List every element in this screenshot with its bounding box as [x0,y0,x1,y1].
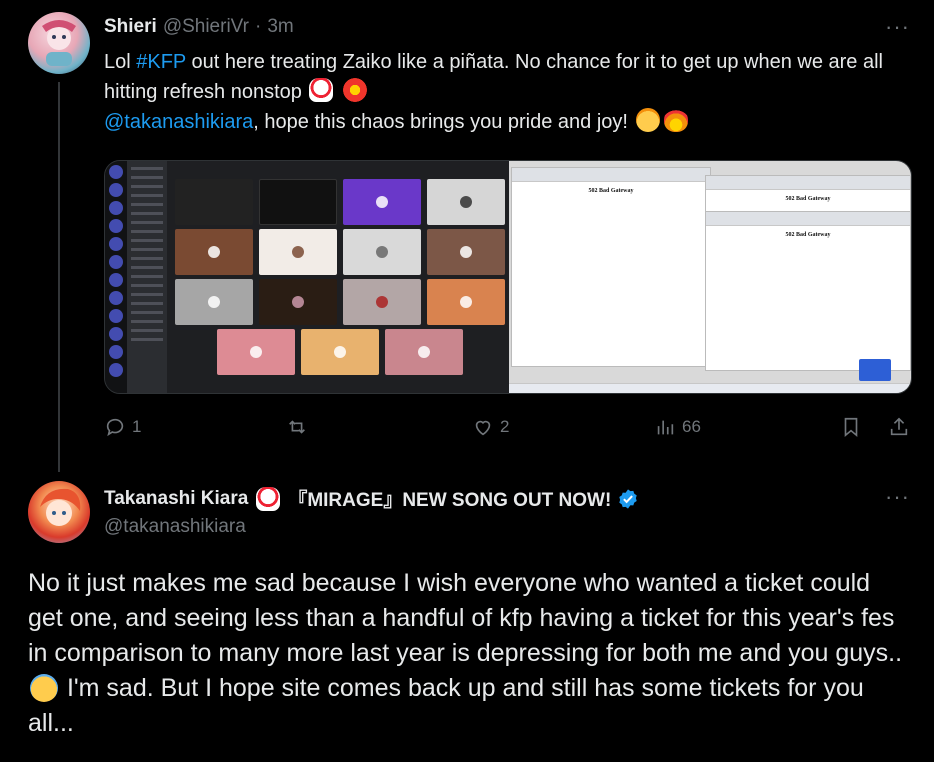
share-button[interactable] [888,416,910,438]
collision-emoji-icon [343,78,368,102]
stream-tile [175,279,253,325]
browser-window: 502 Bad Gateway [511,167,711,367]
author-name[interactable]: Takanashi Kiara [104,488,248,510]
stream-tile [343,229,421,275]
tweet-header: Takanashi Kiara 『MIRAGE』NEW SONG OUT NOW… [104,485,639,512]
stream-tile [343,279,421,325]
views-count: 66 [682,417,701,436]
fire-emoji-icon [663,108,688,132]
author-handle[interactable]: @takanashikiara [104,516,246,538]
reply-icon [106,418,124,437]
desktop-widget [859,359,891,381]
mention-link[interactable]: @takanashikiara [104,111,253,133]
hashtag-link[interactable]: #KFP [136,51,186,73]
stream-tile [259,229,337,275]
stream-tile [175,179,253,225]
chicken-emoji-icon [256,486,281,511]
more-options-icon[interactable]: ··· [885,484,910,510]
author-name-suffix[interactable]: 『MIRAGE』NEW SONG OUT NOW! [288,485,611,512]
timestamp[interactable]: 3m [267,16,293,38]
reply-button[interactable]: 1 [104,416,141,438]
face-with-tears-of-joy-emoji-icon [635,108,660,132]
share-icon [890,417,908,436]
tweet-actions-bar: 1 2 66 [104,416,912,444]
thread-connector-line [58,82,60,472]
tweet-header: Shieri @ShieriVr · 3m [104,16,294,38]
verified-badge-icon[interactable] [617,488,639,510]
more-options-icon[interactable]: ··· [885,14,910,40]
stream-tile [427,229,505,275]
stream-tile [175,229,253,275]
tweet-text-part: , hope this chaos brings you pride and j… [253,111,634,133]
bookmark-icon [844,417,858,438]
tweet-text-part: No it just makes me sad because I wish e… [28,569,903,667]
browser-window: 502 Bad Gateway [705,175,911,215]
author-handle[interactable]: @ShieriVr [163,16,249,38]
stream-tile [427,279,505,325]
bookmark-button[interactable] [840,416,862,438]
tweet-text: No it just makes me sad because I wish e… [28,566,908,741]
browser-windows-area: 502 Bad Gateway 502 Bad Gateway 502 Bad … [509,161,911,393]
separator-dot: · [254,16,262,37]
heart-icon [475,420,491,436]
error-title: 502 Bad Gateway [588,188,634,194]
os-taskbar [509,383,911,393]
channel-list [127,161,167,393]
discord-window [105,161,509,393]
stream-tile [259,179,337,225]
error-title: 502 Bad Gateway [785,196,831,202]
downcast-face-with-sweat-emoji-icon [30,674,58,702]
tweet-text: Lol #KFP out here treating Zaiko like a … [104,47,894,137]
server-rail [105,161,127,393]
tweet-text-part: Lol [104,51,137,73]
error-title: 502 Bad Gateway [785,232,831,238]
stream-grid [167,171,509,381]
views-chart-icon [657,420,674,435]
avatar-image [40,488,81,526]
views-button[interactable]: 66 [654,416,701,438]
avatar[interactable] [28,481,90,543]
like-button[interactable]: 2 [472,416,509,438]
browser-window: 502 Bad Gateway [705,211,911,371]
tweet-text-part: out here treating Zaiko like a piñata. N… [104,51,883,103]
tweet-text-part: I'm sad. But I hope site comes back up a… [28,674,864,737]
retweet-icon [289,420,305,434]
avatar-image [42,20,76,66]
stream-tile [217,329,295,375]
like-count: 2 [500,417,510,436]
avatar[interactable] [28,12,90,74]
reply-count: 1 [132,417,142,436]
chicken-emoji-icon [309,78,334,102]
stream-tile [343,179,421,225]
stream-tile [385,329,463,375]
retweet-button[interactable] [286,416,314,438]
stream-tile [259,279,337,325]
stream-tile [427,179,505,225]
author-name[interactable]: Shieri [104,16,157,38]
tweet-media-image[interactable]: 502 Bad Gateway 502 Bad Gateway 502 Bad … [104,160,912,394]
stream-tile [301,329,379,375]
